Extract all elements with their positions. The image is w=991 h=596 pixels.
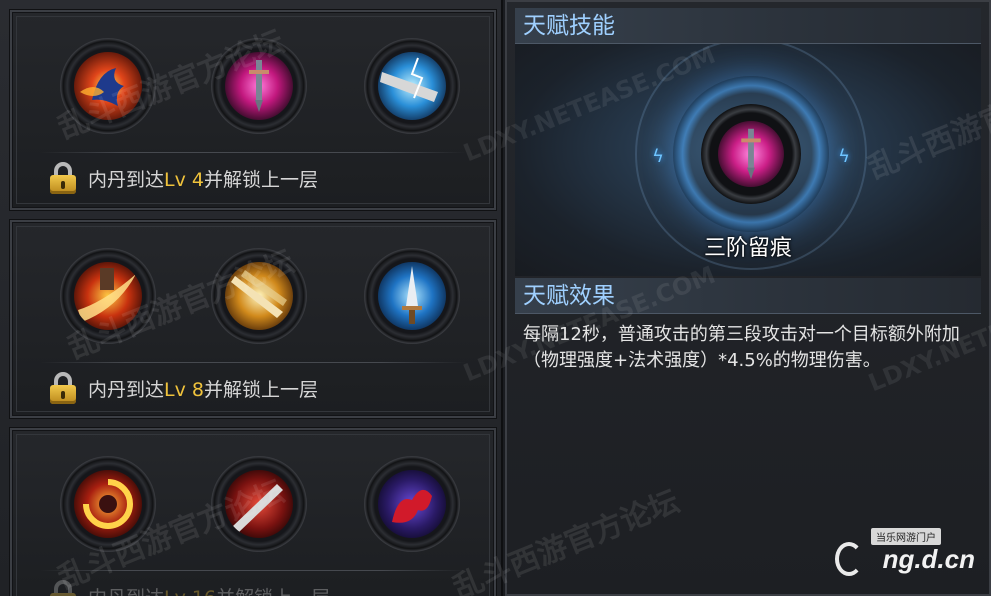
tier-divider <box>40 152 466 153</box>
lock-icon <box>48 580 78 596</box>
d-logo-icon <box>835 542 863 576</box>
pink-sword-icon <box>718 121 784 187</box>
fire-vortex-skill-button[interactable] <box>52 448 164 560</box>
flame-beast-icon <box>74 52 142 120</box>
talent-detail-panel: 天赋技能 ϟ ϟ 三阶留痕 天赋效果 每隔12秒，普通攻击的第三段攻击对一个目标… <box>505 0 991 596</box>
unlock-requirement: 内丹到达Lv 4并解锁上一层 <box>48 162 318 194</box>
site-tagline: 当乐网游门户 <box>871 528 941 545</box>
unlock-requirement: 内丹到达Lv 16并解锁上一层 <box>48 580 330 596</box>
talent-tier-2: 内丹到达Lv 8并解锁上一层 <box>10 220 496 418</box>
golden-blade-skill-button[interactable] <box>203 240 315 352</box>
unlock-requirement: 内丹到达Lv 8并解锁上一层 <box>48 372 318 404</box>
red-strike-skill-button[interactable] <box>203 448 315 560</box>
tier-divider <box>40 362 466 363</box>
rune-right-icon: ϟ <box>838 146 850 167</box>
lock-icon <box>48 372 78 404</box>
site-logo: 当乐网游门户 ng.d.cn <box>835 528 975 584</box>
talent-skill-heading: 天赋技能 <box>515 8 981 44</box>
fire-slash-skill-button[interactable] <box>52 240 164 352</box>
lightning-blade-skill-button[interactable] <box>356 30 468 142</box>
skill-row <box>12 30 494 142</box>
tier-divider <box>40 570 466 571</box>
pink-sword-skill-button[interactable] <box>203 30 315 142</box>
rune-left-icon: ϟ <box>652 146 664 167</box>
red-strike-icon <box>225 470 293 538</box>
selected-skill-name: 三阶留痕 <box>703 236 792 261</box>
talent-tier-1: 内丹到达Lv 4并解锁上一层 <box>10 10 496 210</box>
unlock-text: 内丹到达Lv 4并解锁上一层 <box>88 168 319 191</box>
blue-sword-icon <box>378 262 446 330</box>
unlock-text: 内丹到达Lv 8并解锁上一层 <box>88 378 319 401</box>
skill-row <box>12 240 494 352</box>
talent-effect-description: 每隔12秒，普通攻击的第三段攻击对一个目标额外附加（物理强度+法术强度）*4.5… <box>523 324 960 371</box>
selected-skill-button[interactable] <box>701 104 801 204</box>
unlock-text: 内丹到达Lv 16并解锁上一层 <box>88 583 330 596</box>
flame-beast-skill-button[interactable] <box>52 30 164 142</box>
lightning-blade-icon <box>378 52 446 120</box>
crimson-splash-icon <box>378 470 446 538</box>
pink-sword-icon <box>225 52 293 120</box>
lock-icon <box>48 162 78 194</box>
golden-blade-icon <box>225 262 293 330</box>
site-domain: ng.d.cn <box>882 544 975 574</box>
fire-slash-icon <box>74 262 142 330</box>
fire-vortex-icon <box>74 470 142 538</box>
crimson-splash-skill-button[interactable] <box>356 448 468 560</box>
skill-row <box>12 448 494 560</box>
talent-tier-3: 内丹到达Lv 16并解锁上一层 <box>10 428 496 596</box>
blue-sword-skill-button[interactable] <box>356 240 468 352</box>
talent-tier-list: 内丹到达Lv 4并解锁上一层 内丹到达Lv 8并解锁上一层 <box>0 0 503 596</box>
selected-talent-display: ϟ ϟ 三阶留痕 <box>515 44 981 276</box>
talent-effect-heading: 天赋效果 <box>515 278 981 314</box>
